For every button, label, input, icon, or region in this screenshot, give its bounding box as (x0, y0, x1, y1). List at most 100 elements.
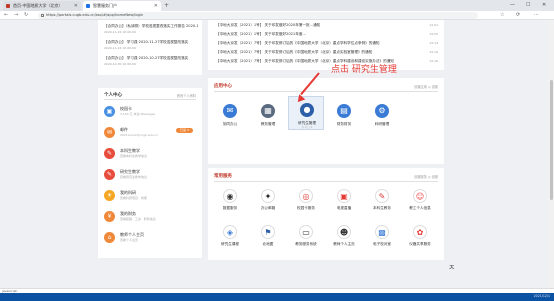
personal-item-research[interactable]: ☀ 我的科研 查看科研项目 · 成果 (104, 188, 198, 206)
map-icon: ⚑ (261, 225, 275, 239)
app-center-card: 应用中心 设置应用 ◎ 设置 ✉ 协同办公 ▦ 教务管理 ● 研究生管理 ◎ 0… (208, 78, 444, 164)
item-sub: 查看研究生教学信息 (120, 175, 148, 179)
close-tab-icon[interactable]: ✕ (74, 1, 78, 11)
personal-item-graduate[interactable]: ✎ 研究生教学 查看研究生教学信息 (104, 167, 198, 185)
service-label: 研究生课程 (221, 242, 239, 246)
new-tab-button[interactable]: + (164, 1, 169, 11)
graduate-mgmt-icon: ● (300, 103, 314, 117)
app-tile-research[interactable]: ⚙ 科研管理 (364, 98, 400, 132)
scrollbar-thumb[interactable] (549, 80, 553, 200)
service-tile[interactable]: ▭ 教务服务系统 (288, 222, 324, 260)
service-tile[interactable]: ☻ 教师个人主页 (326, 222, 362, 260)
service-tile[interactable]: ✿ 仪器共享服务 (402, 222, 438, 260)
tab-label: 首页-中国地质大学（北京） (13, 3, 63, 8)
message-item[interactable]: 【中地大京发〔2021〕7号】 关于印发修订后的《中国地质大学（北京）重点实验室… (216, 50, 406, 55)
personal-center-card: 个人中心 修改个人资料 ▣ 校园卡 3,150 元 未读 Messages ✉ … (98, 88, 202, 258)
service-label: 教师个人主页 (333, 242, 355, 246)
tab-homepage[interactable]: 首页-中国地质大学（北京） ✕ (3, 1, 81, 11)
url-input[interactable]: https://portals.cugb.edu.cn/sso/#/app/ho… (38, 12, 478, 19)
sync-icon[interactable]: ⟳ (516, 12, 520, 19)
personal-item-homepage[interactable]: ⌂ 教师个人主页 查看个人主页 (104, 230, 198, 248)
news-date: 2020-10-30 10:00:00 (104, 62, 136, 66)
service-label: 仪器共享服务 (409, 242, 431, 246)
service-label: 电子校对室 (373, 242, 391, 246)
service-tile[interactable]: ◉ 数据服务 (212, 186, 248, 224)
message-item[interactable]: 【中地大京发〔2021〕7号】 关于印发修订后的《中国地质大学（北京）重点学科学… (216, 41, 406, 46)
item-sub: 查看科研项目 · 成果 (120, 196, 147, 200)
edit-profile-link[interactable]: 修改个人资料 (177, 93, 196, 98)
graduate-icon: ✎ (104, 169, 115, 180)
close-window-button[interactable]: ✕ (542, 0, 546, 11)
item-sub: 查看个人主页 (120, 238, 139, 242)
service-tile[interactable]: ✦ 办公邮箱 (250, 186, 286, 224)
taskbar-time: 2021/12/1 (533, 294, 550, 298)
teacher-page-icon: ☻ (337, 225, 351, 239)
app-center-settings[interactable]: 设置应用 ◎ 设置 (414, 84, 438, 89)
scrollbar[interactable] (548, 20, 554, 288)
card-icon: ▣ (104, 106, 115, 117)
app-tile-office[interactable]: ✉ 协同办公 (212, 98, 248, 132)
service-tile[interactable]: ◈ 研究生课程 (212, 222, 248, 260)
news-date: 2020-11-22 10:00:00 (104, 30, 136, 34)
service-label: 数据服务 (222, 206, 238, 210)
services-settings[interactable]: 设置服务 ◎ 设置 (414, 174, 438, 179)
back-to-top-button[interactable]: ㅈ (448, 262, 455, 273)
favicon-icon (6, 4, 10, 8)
more-menu-icon[interactable]: ⋯ (534, 12, 539, 19)
personal-item-mail[interactable]: ✉ 邮件 2021xxxxx@cugb.edu.cn 已读 3 (104, 125, 198, 143)
news-item[interactable]: 【合同办公】 学习强·2020-11-27学校巡视整改落实 (104, 40, 198, 45)
message-item[interactable]: 【中地大京发〔2021〕1号】 关于印发做好2021年度… (216, 32, 406, 37)
service-label: 电视直播 (336, 206, 352, 210)
app-label: 协同办公 (222, 122, 238, 126)
app-label: 科研管理 (374, 122, 390, 126)
research-mgmt-icon: ⚙ (375, 104, 389, 118)
data-service-icon: ◉ (223, 189, 237, 203)
close-tab-icon[interactable]: ✕ (154, 1, 158, 11)
undergrad-icon: ✎ (375, 189, 389, 203)
service-tile[interactable]: ✎ 本科生教务 (364, 186, 400, 224)
favicon-icon (86, 4, 90, 8)
service-tile[interactable]: ▩ 电子校对室 (364, 222, 400, 260)
finance-app-icon: ▤ (337, 104, 351, 118)
app-center-title: 应用中心 (214, 84, 232, 89)
app-label: 财务财务 (336, 122, 352, 126)
news-item[interactable]: 【合同办公】 学习强·2020-10-27学校巡视整改落实 (104, 56, 198, 61)
service-tile[interactable]: ◎ 校园卡服务 (288, 186, 324, 224)
personal-item-card[interactable]: ▣ 校园卡 3,150 元 未读 Messages (104, 104, 198, 122)
messages-card: 【中地大京发〔2021〕1号】 关于印发做好2020年第一批…通知 12-01 … (208, 20, 444, 70)
personal-item-finance[interactable]: ¥ 我的财务 查看薪酬 · 工资 · 财务信息 (104, 209, 198, 227)
app-label: 教务管理 (260, 122, 276, 126)
app-meta: ◎ 0 ▢ 0 (301, 126, 313, 129)
tab-label: 智慧服务门户 (93, 3, 117, 8)
personal-center-title: 个人中心 (104, 93, 122, 98)
favorite-icon[interactable]: ☆ (500, 12, 504, 19)
news-item[interactable]: 【合同办公】（私读物）学校巡视整改落实工作报告 2020-11 (104, 24, 198, 29)
tab-portal[interactable]: 智慧服务门户 ✕ (83, 1, 161, 11)
service-tile[interactable]: ☺ 教工个人信息 (402, 186, 438, 224)
service-tile[interactable]: ▣ 电视直播 (326, 186, 362, 224)
address-bar-row: ← → ↻ https://portals.cugb.edu.cn/sso/#/… (0, 11, 554, 20)
app-tile-finance[interactable]: ▤ 财务财务 (326, 98, 362, 132)
message-date: 12-05 (429, 32, 438, 36)
maximize-button[interactable]: ☐ (526, 0, 530, 11)
url-text: https://portals.cugb.edu.cn/sso/#/app/ho… (46, 13, 144, 17)
app-tile-academic[interactable]: ▦ 教务管理 (250, 98, 286, 132)
news-card: 【合同办公】（私读物）学校巡视整改落实工作报告 2020-11 2020-11-… (98, 20, 202, 75)
service-label: 教工个人信息 (409, 206, 431, 210)
minimize-button[interactable]: — (510, 0, 515, 11)
divider (214, 181, 438, 182)
divider (104, 99, 196, 100)
taskbar: 2021/12/1 (0, 293, 554, 301)
refresh-icon[interactable]: ↻ (24, 12, 28, 19)
tv-icon: ▣ (337, 189, 351, 203)
personal-item-teaching[interactable]: ✎ 本科生教学 查看本科生教学信息 (104, 146, 198, 164)
message-date: 12-16 (429, 50, 438, 54)
back-icon[interactable]: ← (4, 12, 8, 19)
lock-icon (41, 14, 44, 17)
app-tile-graduate-management[interactable]: ● 研究生管理 ◎ 0 ▢ 0 (288, 96, 324, 130)
service-tile[interactable]: ⚑ 北地图 (250, 222, 286, 260)
research-icon: ☀ (104, 190, 115, 201)
teaching-icon: ✎ (104, 148, 115, 159)
message-item[interactable]: 【中地大京发〔2021〕1号】 关于印发做好2020年第一批…通知 (216, 23, 406, 28)
forward-icon[interactable]: → (14, 12, 18, 19)
